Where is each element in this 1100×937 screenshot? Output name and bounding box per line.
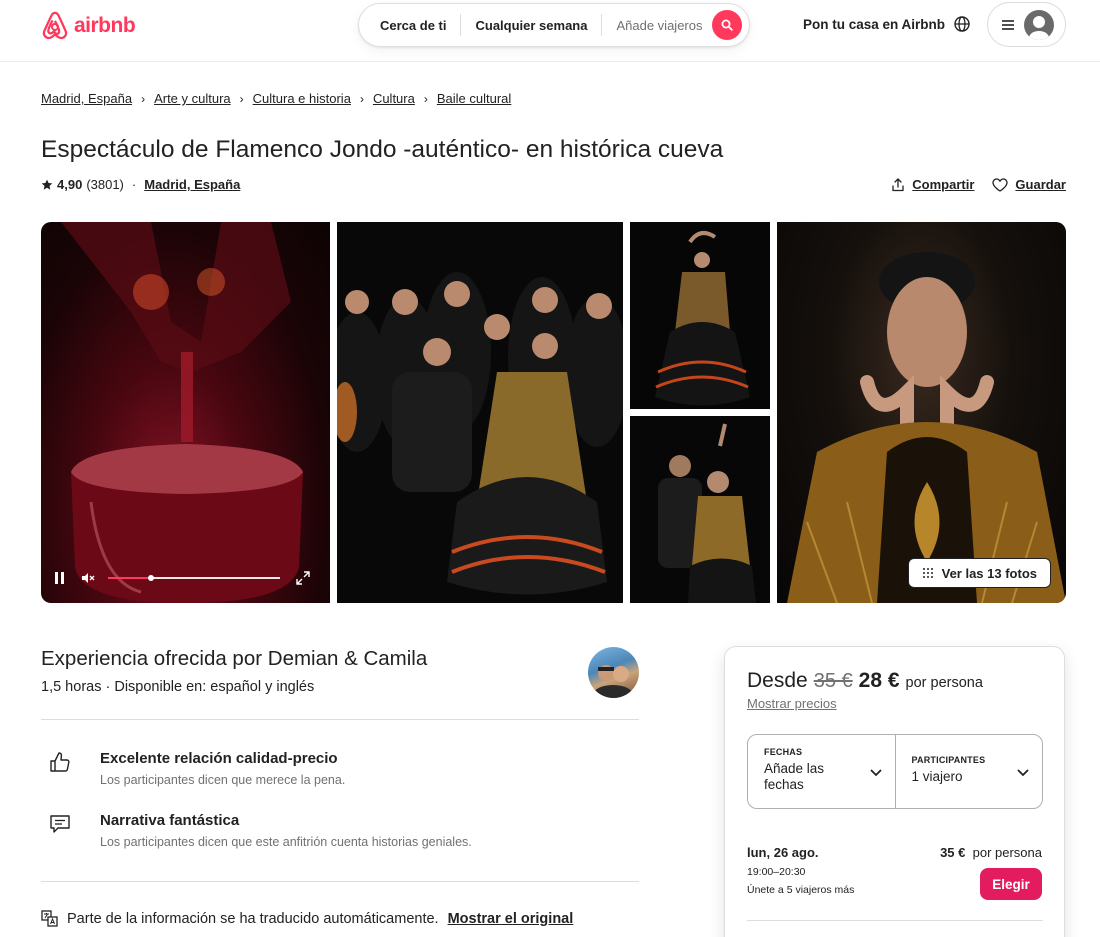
original-price: 35 € bbox=[813, 670, 853, 692]
breadcrumb-item[interactable]: Cultura bbox=[373, 91, 415, 106]
guests-label: PARTICIPANTES bbox=[911, 755, 986, 765]
price-from-label: Desde bbox=[747, 669, 808, 692]
globe-icon[interactable] bbox=[952, 14, 972, 34]
section-divider bbox=[41, 719, 639, 720]
price-line: Desde 35 € 28 € por persona bbox=[747, 669, 983, 693]
host-avatar[interactable] bbox=[588, 647, 639, 698]
feature-title: Narrativa fantástica bbox=[100, 812, 240, 829]
thumbs-up-icon bbox=[50, 752, 70, 772]
slot-date: lun, 26 ago. bbox=[747, 845, 819, 860]
chevron-right-icon: › bbox=[141, 91, 146, 106]
video-progress-bar[interactable] bbox=[108, 575, 280, 581]
flamenco-portrait-image bbox=[787, 252, 1066, 603]
breadcrumb: Madrid, España › Arte y cultura › Cultur… bbox=[41, 91, 511, 106]
breadcrumb-item[interactable]: Cultura e historia bbox=[253, 91, 351, 106]
guests-picker[interactable]: PARTICIPANTES 1 viajero bbox=[894, 735, 1043, 808]
star-icon bbox=[41, 179, 53, 190]
gallery-photo[interactable] bbox=[630, 416, 770, 603]
chevron-right-icon: › bbox=[239, 91, 244, 106]
airbnb-logo-icon bbox=[42, 11, 68, 40]
discounted-price: 28 € bbox=[858, 669, 900, 692]
save-button[interactable]: Guardar bbox=[992, 177, 1066, 192]
page-title: Espectáculo de Flamenco Jondo -auténtico… bbox=[41, 136, 724, 163]
price-unit: por persona bbox=[905, 675, 983, 691]
review-count[interactable]: (3801) bbox=[86, 177, 124, 192]
rating-value: 4,90 bbox=[57, 177, 83, 192]
booking-card: Desde 35 € 28 € por persona Mostrar prec… bbox=[724, 646, 1065, 937]
gallery-photo[interactable] bbox=[337, 222, 623, 603]
flamenco-couple-image bbox=[658, 423, 756, 603]
breadcrumb-item[interactable]: Madrid, España bbox=[41, 91, 132, 106]
translation-notice: Parte de la información se ha traducido … bbox=[41, 910, 573, 927]
slot-time: 19:00–20:30 bbox=[747, 866, 806, 878]
guests-value: 1 viajero bbox=[911, 769, 963, 784]
pause-icon[interactable] bbox=[55, 572, 65, 584]
translation-text: Parte de la información se ha traducido … bbox=[67, 910, 439, 927]
hamburger-icon bbox=[1002, 19, 1014, 30]
photo-gallery: Ver las 13 fotos bbox=[41, 222, 1066, 603]
feature-subtitle: Los participantes dicen que este anfitri… bbox=[100, 835, 472, 849]
breadcrumb-item[interactable]: Arte y cultura bbox=[154, 91, 231, 106]
flamenco-dancer-image bbox=[655, 231, 750, 406]
show-original-link[interactable]: Mostrar el original bbox=[448, 911, 574, 927]
chevron-right-icon: › bbox=[423, 91, 428, 106]
flamenco-group-image bbox=[337, 272, 623, 595]
slot-price-value: 35 € bbox=[940, 845, 966, 860]
grid-dots-icon bbox=[922, 568, 933, 578]
user-avatar-icon bbox=[1024, 9, 1054, 40]
date-guest-picker: FECHAS Añade las fechas PARTICIPANTES 1 … bbox=[747, 734, 1043, 809]
show-all-photos-label: Ver las 13 fotos bbox=[941, 565, 1037, 581]
airbnb-logo[interactable]: airbnb bbox=[40, 10, 136, 42]
dates-value: Añade las fechas bbox=[764, 761, 825, 792]
top-navbar: airbnb Cerca de ti Cualquier semana Añad… bbox=[0, 0, 1100, 62]
video-progress-knob[interactable] bbox=[148, 575, 154, 581]
share-label: Compartir bbox=[912, 177, 975, 192]
become-host-link[interactable]: Pon tu casa en Airbnb bbox=[803, 17, 945, 32]
chevron-down-icon bbox=[869, 769, 882, 777]
choose-slot-button[interactable]: Elegir bbox=[980, 868, 1042, 900]
gallery-photo[interactable]: Ver las 13 fotos bbox=[777, 222, 1066, 603]
search-where[interactable]: Cerca de ti bbox=[359, 18, 460, 33]
show-prices-link[interactable]: Mostrar precios bbox=[747, 696, 837, 711]
feature-title: Excelente relación calidad-precio bbox=[100, 750, 338, 767]
share-icon bbox=[892, 177, 904, 191]
breadcrumb-item[interactable]: Baile cultural bbox=[437, 91, 511, 106]
host-title: Experiencia ofrecida por Demian & Camila bbox=[41, 647, 428, 670]
dates-picker[interactable]: FECHAS Añade las fechas bbox=[748, 735, 895, 808]
slot-divider bbox=[747, 920, 1043, 921]
mute-icon[interactable] bbox=[81, 571, 95, 585]
save-label: Guardar bbox=[1015, 177, 1066, 192]
slot-note: Únete a 5 viajeros más bbox=[747, 884, 855, 896]
translate-icon bbox=[41, 910, 58, 927]
chat-bubble-icon bbox=[50, 815, 70, 833]
search-who[interactable]: Añade viajeros bbox=[602, 18, 716, 33]
location-link[interactable]: Madrid, España bbox=[144, 177, 240, 192]
sangria-glass-image bbox=[61, 222, 303, 603]
chevron-down-icon bbox=[1017, 769, 1029, 777]
listing-actions: Compartir Guardar bbox=[891, 177, 1066, 192]
slot-price: 35 € por persona bbox=[940, 845, 1042, 860]
meta-separator: · bbox=[131, 177, 137, 192]
feature-subtitle: Los participantes dicen que merece la pe… bbox=[100, 773, 346, 787]
search-when[interactable]: Cualquier semana bbox=[461, 18, 601, 33]
search-icon bbox=[721, 19, 733, 31]
search-bar[interactable]: Cerca de ti Cualquier semana Añade viaje… bbox=[358, 3, 750, 47]
slot-price-unit: por persona bbox=[972, 845, 1042, 860]
dates-label: FECHAS bbox=[764, 747, 803, 757]
show-all-photos-button[interactable]: Ver las 13 fotos bbox=[907, 558, 1051, 588]
gallery-photo[interactable] bbox=[630, 222, 770, 409]
search-button[interactable] bbox=[712, 10, 742, 40]
section-divider bbox=[41, 881, 639, 882]
chevron-right-icon: › bbox=[359, 91, 364, 106]
gallery-video[interactable] bbox=[41, 222, 330, 603]
host-subtitle: 1,5 horas · Disponible en: español y ing… bbox=[41, 679, 315, 695]
logo-text: airbnb bbox=[74, 14, 136, 37]
user-menu-button[interactable] bbox=[987, 2, 1066, 47]
fullscreen-icon[interactable] bbox=[296, 571, 310, 585]
share-button[interactable]: Compartir bbox=[891, 177, 974, 192]
heart-icon bbox=[992, 177, 1009, 192]
video-progress-fill bbox=[108, 577, 151, 579]
video-controls bbox=[55, 571, 317, 585]
listing-meta: 4,90 (3801) · Madrid, España bbox=[41, 177, 240, 192]
